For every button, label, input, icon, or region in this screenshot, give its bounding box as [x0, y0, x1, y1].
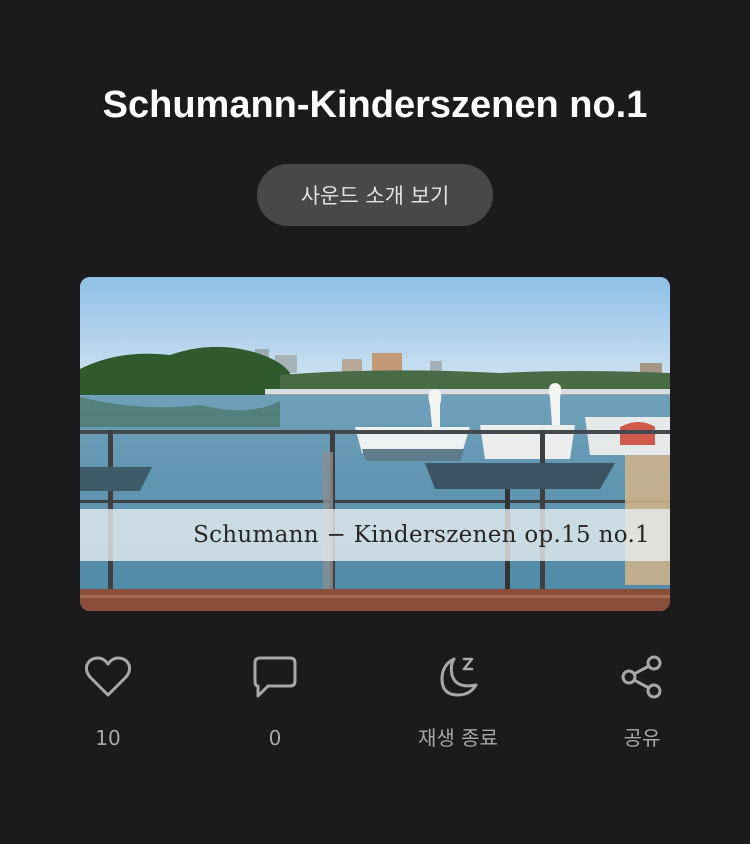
track-thumbnail: Schumann − Kinderszenen op.15 no.1 — [80, 277, 670, 611]
comment-button[interactable]: 0 — [205, 650, 345, 750]
action-bar: 10 0 재생 종료 공유 — [0, 650, 750, 760]
track-title: Schumann-Kinderszenen no.1 — [102, 84, 648, 126]
share-label: 공유 — [623, 726, 661, 750]
sleep-timer-button[interactable]: 재생 종료 — [388, 650, 528, 750]
like-count: 10 — [95, 726, 121, 750]
thumbnail-caption-bar: Schumann − Kinderszenen op.15 no.1 — [80, 509, 670, 561]
sleep-timer-icon — [431, 650, 485, 704]
thumbnail-caption: Schumann − Kinderszenen op.15 no.1 — [193, 522, 650, 548]
player-screen: Schumann-Kinderszenen no.1 사운드 소개 보기 Sch… — [0, 0, 750, 844]
heart-icon — [81, 650, 135, 704]
comment-count: 0 — [268, 726, 282, 750]
comment-icon — [248, 650, 302, 704]
sleep-timer-label: 재생 종료 — [418, 726, 498, 750]
like-button[interactable]: 10 — [38, 650, 178, 750]
share-icon — [615, 650, 669, 704]
share-button[interactable]: 공유 — [572, 650, 712, 750]
sound-intro-button[interactable]: 사운드 소개 보기 — [257, 164, 493, 226]
